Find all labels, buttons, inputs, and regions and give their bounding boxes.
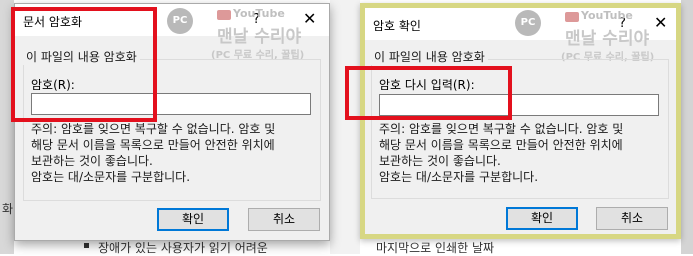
note-line: 암호는 대/소문자를 구분합니다. [379,170,539,184]
cancel-button[interactable]: 취소 [596,207,668,230]
ok-button[interactable]: 확인 [506,207,578,230]
note-line: 주의: 암호를 잊으면 복구할 수 없습니다. 암호 및 [31,122,276,136]
title-highlight-box [11,7,157,122]
warning-note: 주의: 암호를 잊으면 복구할 수 없습니다. 암호 및 해당 문서 이름을 목… [379,121,623,185]
background-document-text-left: 장애가 있는 사용자가 읽기 어려운 [98,241,268,255]
channel-logo-icon: PC [167,8,193,34]
note-line: 암호는 대/소문자를 구분합니다. [31,170,191,184]
background-document-right [681,0,693,254]
dialog-title: 암호 확인 [373,19,421,33]
channel-logo-icon: PC [515,10,541,36]
ok-button[interactable]: 확인 [157,208,229,231]
channel-name: 맨날 수리야 [217,27,302,47]
bullet-marker [84,243,89,248]
background-document-middle [330,0,360,254]
channel-name: 맨날 수리야 [565,29,650,49]
background-text-fragment: 화 [2,202,14,216]
note-line: 주의: 암호를 잊으면 복구할 수 없습니다. 암호 및 [379,122,624,136]
warning-note: 주의: 암호를 잊으면 복구할 수 없습니다. 암호 및 해당 문서 이름을 목… [31,121,275,185]
youtube-label: YouTube [581,9,633,22]
confirm-password-dialog: 암호 확인 ? ✕ PC YouTube 맨날 수리야 (PC 무료 수리, 꿀… [360,3,681,239]
note-line: 보관하는 것이 좋습니다. [31,154,153,168]
group-label: 이 파일의 내용 암호화 [371,48,488,65]
note-line: 해당 문서 이름을 목록으로 만들어 안전한 위치에 [379,138,623,152]
youtube-label: YouTube [233,7,285,20]
youtube-icon [565,12,579,22]
note-line: 보관하는 것이 좋습니다. [379,154,501,168]
reenter-label-highlight-box [345,66,512,120]
close-button[interactable]: ✕ [654,13,667,32]
cancel-button[interactable]: 취소 [248,208,320,231]
background-document-text-right: 마지막으로 인쇄한 날짜 [376,241,495,255]
youtube-icon [217,10,231,20]
note-line: 해당 문서 이름을 목록으로 만들어 안전한 위치에 [31,138,275,152]
close-button[interactable]: ✕ [303,9,316,28]
